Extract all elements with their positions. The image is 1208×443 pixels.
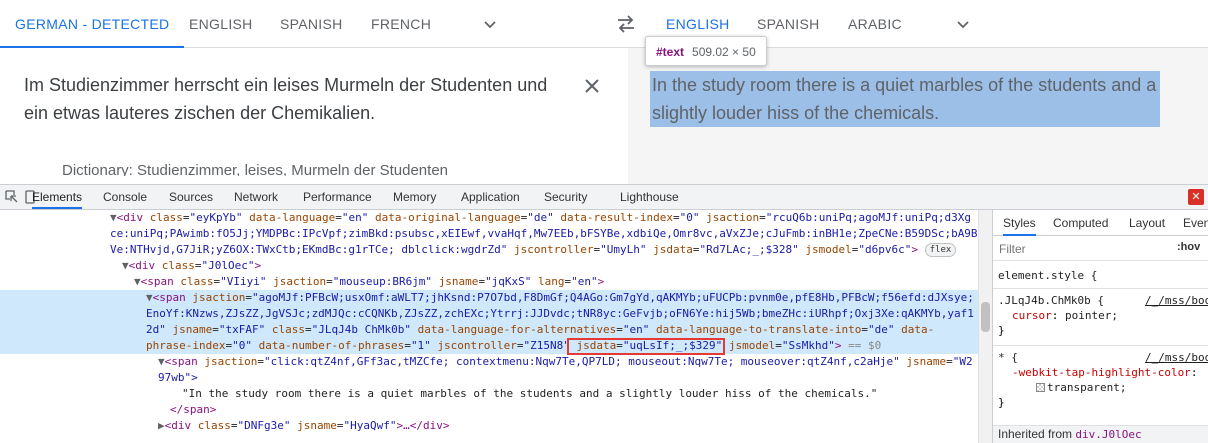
dom-line[interactable]: ▼<div class="J0lOec"> (122, 258, 261, 274)
color-swatch[interactable] (1036, 383, 1045, 392)
text-node[interactable]: "In the study room there is a quiet marb… (182, 386, 877, 402)
swap-languages-icon[interactable] (614, 12, 638, 36)
tab-security[interactable]: Security (544, 185, 587, 209)
scroll-thumb[interactable] (981, 302, 990, 332)
element-style-rule: element.style { (993, 262, 1208, 289)
tooltip-dims: 509.02 × 50 (692, 45, 756, 59)
tooltip-tag: #text (656, 45, 685, 59)
dom-line[interactable]: EnoYf:KNzws,ZJsZZ,JgVSJc;zdMJQc:cCQNKb,Z… (146, 306, 974, 322)
flex-badge[interactable]: flex (924, 243, 957, 257)
dom-line[interactable]: ▼<span jsaction="click:qtZ4nf,GFf3ac,tMZ… (158, 354, 973, 370)
tab-lighthouse[interactable]: Lighthouse (620, 185, 679, 209)
devtools-tabbar: Elements Console Sources Network Perform… (0, 185, 1208, 210)
inspect-element-icon[interactable] (4, 189, 20, 205)
error-count-icon[interactable]: ✕ (1188, 189, 1204, 205)
dom-line[interactable]: </span> (170, 402, 216, 418)
inherited-header: Inherited from div.J0lOec (993, 426, 1208, 443)
chevron-down-icon[interactable] (482, 16, 498, 32)
target-pane: In the study room there is a quiet marbl… (628, 48, 1208, 184)
styles-pane: Styles Computed Layout Event :hov elemen… (992, 210, 1208, 443)
css-rule: .JLqJ4b.ChMk0b {/_/mss/boq cursor: point… (993, 289, 1208, 346)
inherited-selector[interactable]: div.J0lOec (1075, 428, 1141, 441)
css-rule: * {/_/mss/boq -webkit-tap-highlight-colo… (993, 346, 1208, 426)
dom-line[interactable]: 2d" jsname="txFAF" class="JLqJ4b ChMk0b"… (146, 322, 934, 338)
tab-computed[interactable]: Computed (1053, 210, 1108, 236)
inspect-tooltip: #text 509.02 × 50 (645, 36, 767, 66)
close-icon[interactable] (580, 74, 604, 98)
highlight-annotation (567, 338, 725, 355)
elements-tree: ▼<div class="eyKpYb" data-language="en" … (0, 210, 978, 443)
chevron-down-icon[interactable] (955, 16, 971, 32)
tab-styles[interactable]: Styles (1003, 210, 1036, 236)
tab-german-detected[interactable]: GERMAN - DETECTED (0, 0, 185, 48)
tab-sources[interactable]: Sources (169, 185, 213, 209)
filter-row: :hov (993, 237, 1208, 261)
tab-memory[interactable]: Memory (393, 185, 436, 209)
stylesheet-link[interactable]: /_/mss/boq (1145, 293, 1208, 308)
tab-layout[interactable]: Layout (1129, 210, 1165, 236)
tab-french-source[interactable]: FRENCH (371, 0, 431, 48)
dom-line[interactable]: 97wb"> (158, 370, 198, 386)
tab-spanish-source[interactable]: SPANISH (280, 0, 343, 48)
tab-elements[interactable]: Elements (32, 185, 83, 209)
dom-line[interactable]: phrase-index="0" data-number-of-phrases=… (146, 338, 881, 354)
dom-line-selected[interactable]: ▼<span jsaction="agoMJf:PFBcW;usxOmf:aWL… (146, 290, 974, 306)
translated-text[interactable]: In the study room there is a quiet marbl… (650, 71, 1160, 127)
hov-toggle[interactable]: :hov (1177, 241, 1200, 253)
tab-arabic-target[interactable]: ARABIC (848, 0, 902, 48)
tab-event-listeners[interactable]: Event (1183, 210, 1208, 236)
tab-performance[interactable]: Performance (303, 185, 372, 209)
devtools-panel: Elements Console Sources Network Perform… (0, 184, 1208, 443)
dom-line[interactable]: Ve:NTHvjd,G7JiR;yZ6OX:TWxCtb;EKmdBc:g1rT… (110, 242, 957, 258)
elements-scrollbar[interactable] (978, 210, 992, 443)
tab-network[interactable]: Network (234, 185, 278, 209)
dom-line[interactable]: ▼<span class="VIiyi" jsaction="mouseup:B… (134, 274, 604, 290)
tab-application[interactable]: Application (461, 185, 520, 209)
styles-tabbar: Styles Computed Layout Event (993, 210, 1208, 236)
stylesheet-link[interactable]: /_/mss/boq (1145, 350, 1208, 365)
dom-line[interactable]: ▼<div class="eyKpYb" data-language="en" … (110, 210, 971, 226)
dictionary-preview: Dictionary: Studienzimmer, leises, Murme… (62, 162, 449, 176)
dom-line[interactable]: ▶<div class="DNFg3e" jsname="HyaQwf">…</… (158, 418, 449, 434)
dom-line[interactable]: ce:uniPq;PAwimb:fO5Jj;YMDPBc:IPcVpf;zimB… (110, 226, 978, 242)
tab-english-source[interactable]: ENGLISH (189, 0, 253, 48)
tab-console[interactable]: Console (103, 185, 147, 209)
styles-filter-input[interactable] (999, 240, 1159, 258)
source-text[interactable]: Im Studienzimmer herrscht ein leises Mur… (24, 71, 564, 127)
language-bar: GERMAN - DETECTED ENGLISH SPANISH FRENCH… (0, 0, 1208, 48)
source-pane: Im Studienzimmer herrscht ein leises Mur… (0, 48, 628, 184)
